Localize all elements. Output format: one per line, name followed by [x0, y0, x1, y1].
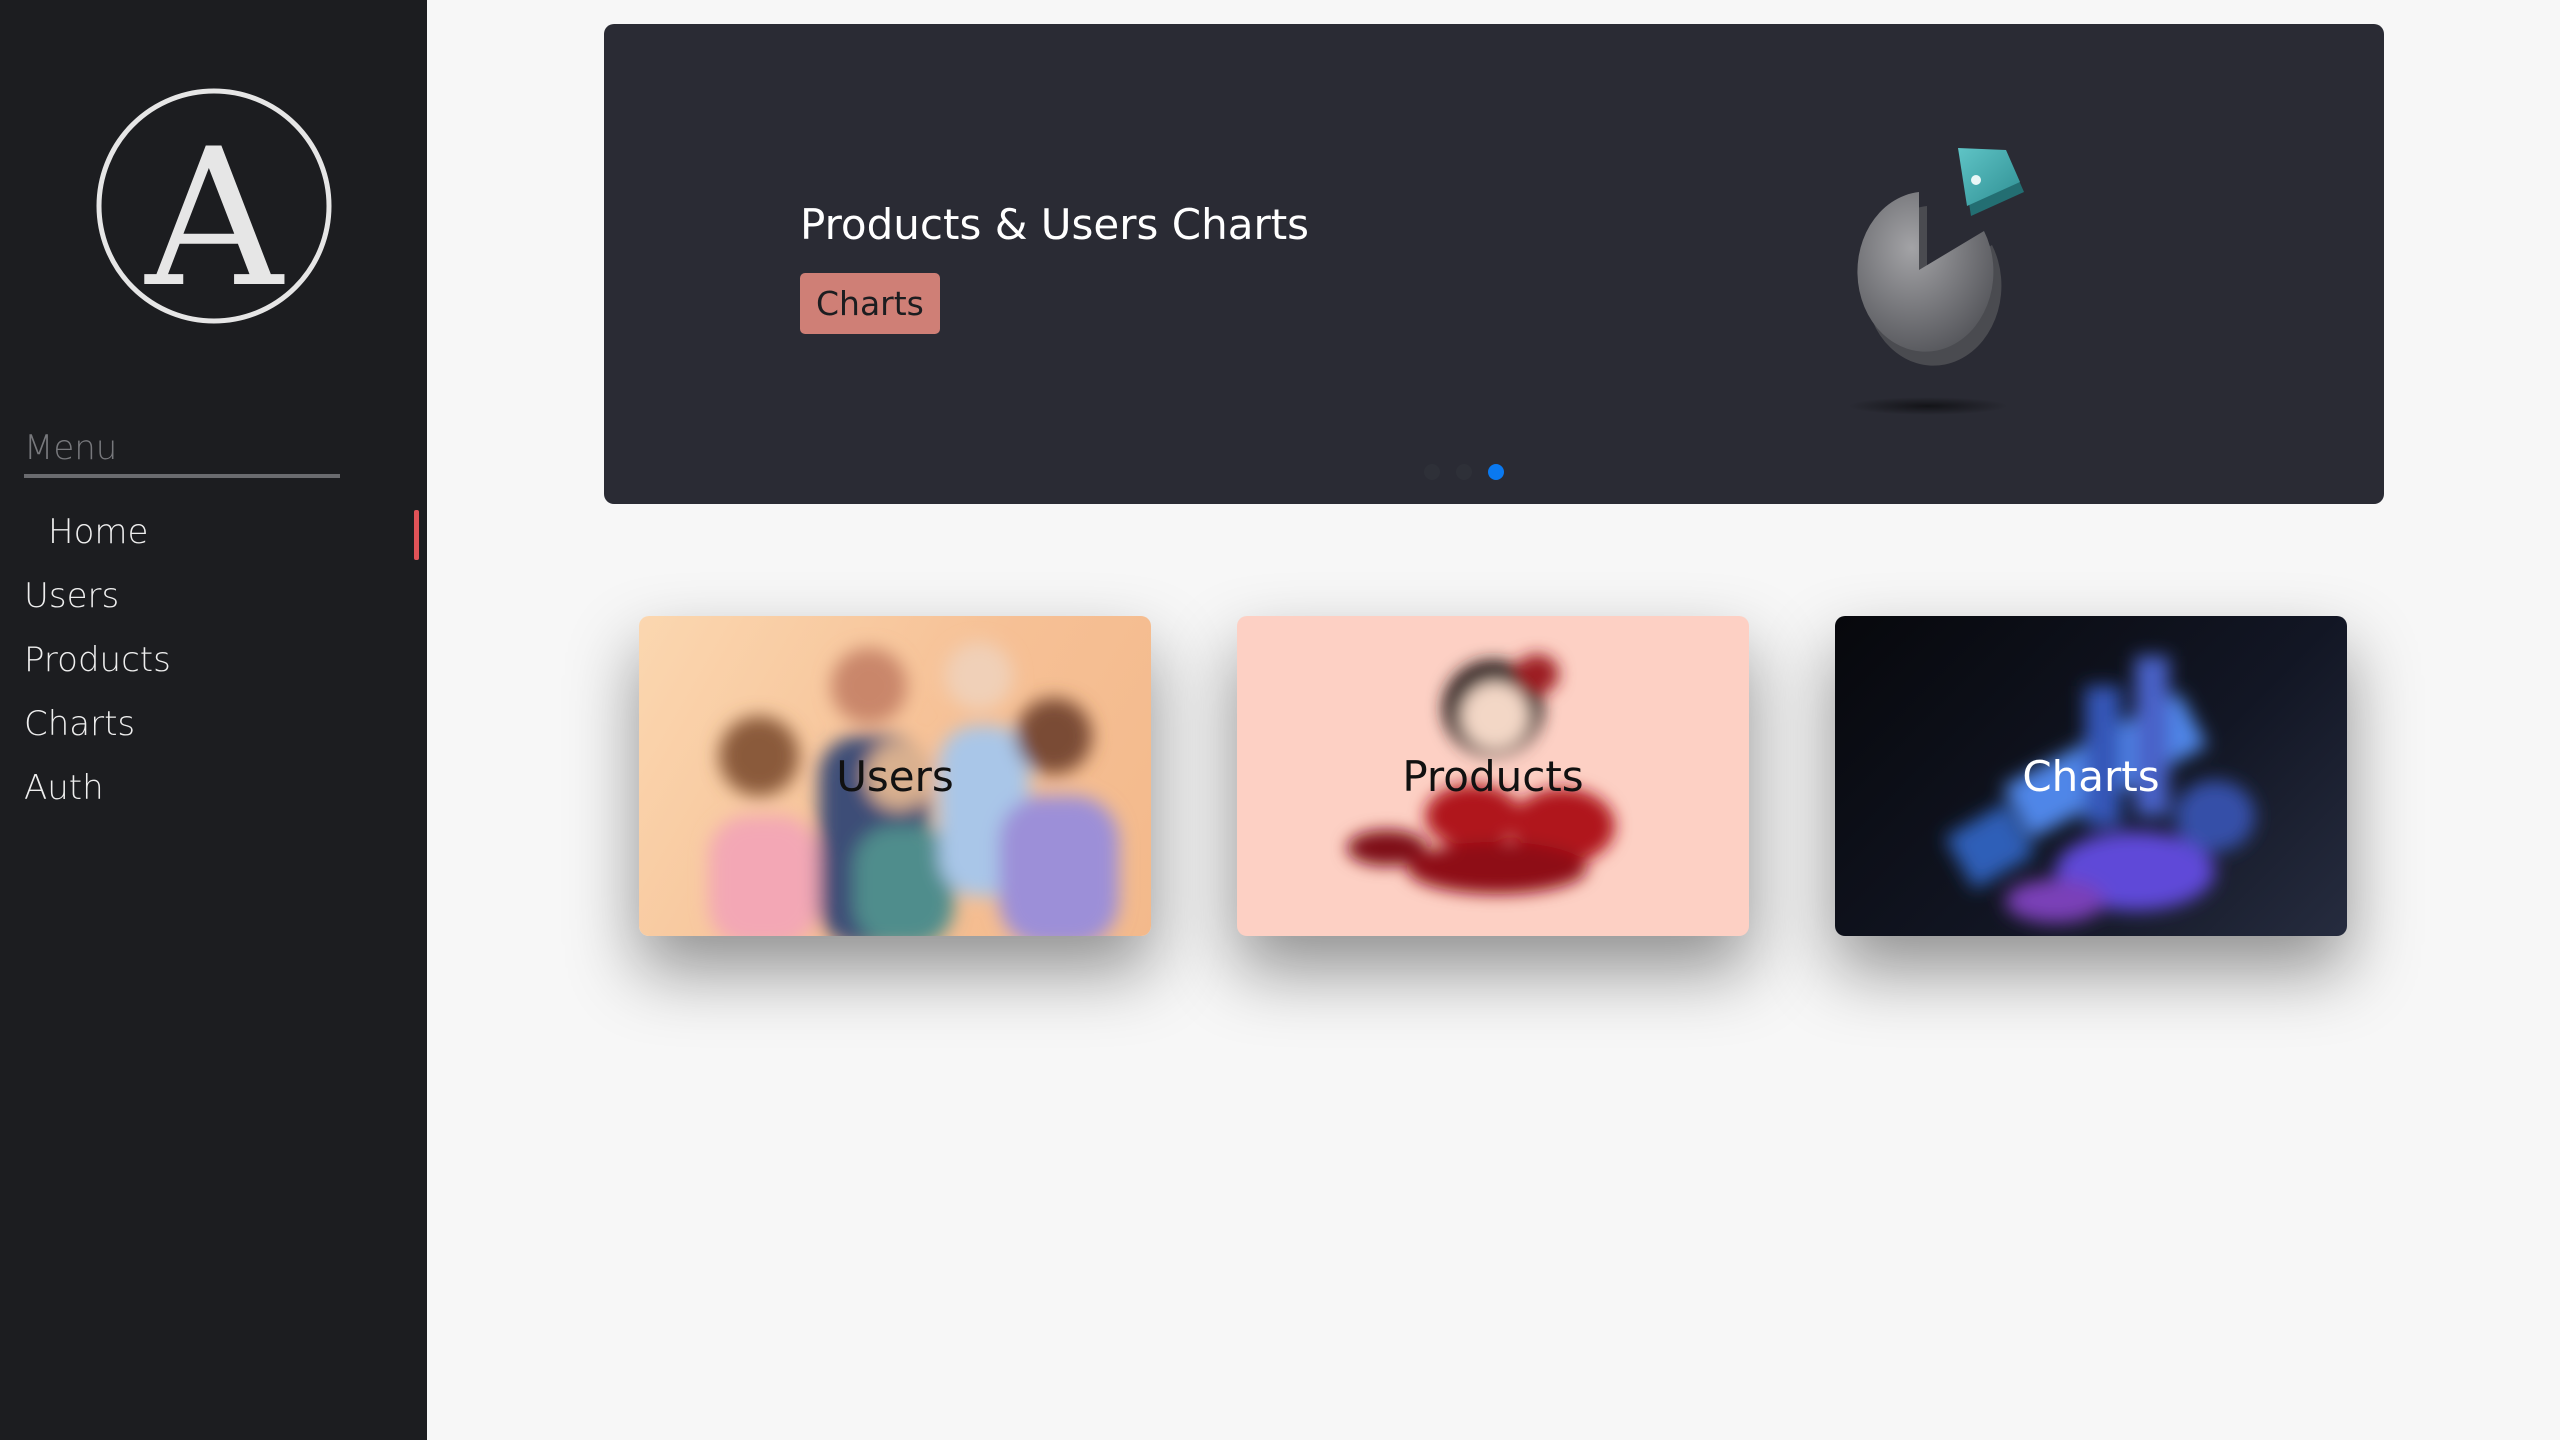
logo[interactable]: A — [96, 88, 332, 324]
app: A Menu Home Users Products Charts Auth P… — [0, 0, 2560, 1440]
sidebar-item-users[interactable]: Users — [24, 576, 119, 616]
carousel-dot-3[interactable] — [1488, 464, 1504, 480]
menu-title: Menu — [24, 428, 118, 468]
pie-chart-icon — [1848, 148, 2024, 415]
carousel-dot-2[interactable] — [1456, 464, 1472, 480]
menu-divider — [24, 474, 340, 478]
logo-letter: A — [143, 108, 285, 324]
charts-card-label: Charts — [2022, 751, 2160, 801]
sidebar-item-charts[interactable]: Charts — [24, 704, 135, 744]
sidebar-item-products[interactable]: Products — [24, 640, 171, 680]
charts-tag-button[interactable]: Charts — [800, 273, 940, 334]
users-card-label: Users — [836, 751, 954, 801]
products-card[interactable]: Products — [1237, 616, 1749, 936]
sidebar-item-auth[interactable]: Auth — [24, 768, 104, 808]
users-card[interactable]: Users — [639, 616, 1151, 936]
products-card-label: Products — [1402, 751, 1584, 801]
sidebar: A Menu Home Users Products Charts Auth — [0, 0, 427, 1440]
banner-title: Products & Users Charts — [800, 200, 1310, 249]
carousel-dot-1[interactable] — [1424, 464, 1440, 480]
hero-banner: Products & Users Charts Charts — [604, 24, 2384, 504]
carousel-dots — [1424, 464, 1504, 480]
charts-card[interactable]: Charts — [1835, 616, 2347, 936]
sidebar-item-home[interactable]: Home — [48, 512, 148, 552]
active-indicator — [414, 510, 419, 560]
